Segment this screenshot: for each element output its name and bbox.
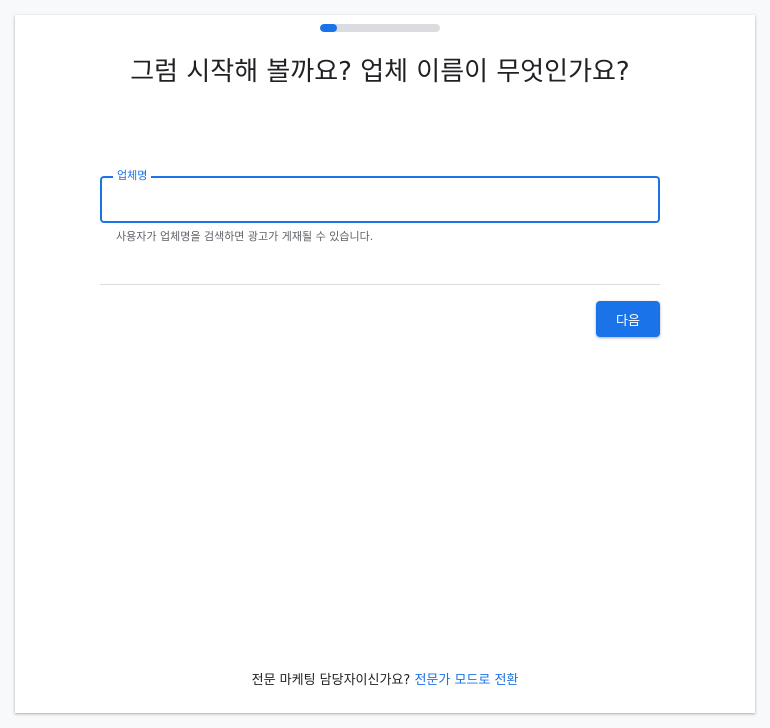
switch-to-expert-mode-link[interactable]: 전문가 모드로 전환	[414, 673, 518, 688]
next-button[interactable]: 다음	[596, 301, 660, 337]
business-name-label: 업체명	[113, 168, 152, 184]
divider	[100, 284, 660, 285]
business-name-input[interactable]	[114, 186, 648, 214]
progress-bar-fill	[320, 24, 337, 32]
setup-card: 그럼 시작해 볼까요? 업체 이름이 무엇인가요? 업체명 사용자가 업체명을 …	[15, 15, 755, 713]
footer-question: 전문 마케팅 담당자이신가요?	[251, 673, 411, 688]
progress-bar	[320, 24, 440, 32]
footer: 전문 마케팅 담당자이신가요? 전문가 모드로 전환	[15, 671, 755, 691]
business-name-field[interactable]: 업체명	[100, 168, 660, 223]
business-name-helper-text: 사용자가 업체명을 검색하면 광고가 게재될 수 있습니다.	[116, 230, 374, 243]
page-title: 그럼 시작해 볼까요? 업체 이름이 무엇인가요?	[130, 57, 630, 87]
